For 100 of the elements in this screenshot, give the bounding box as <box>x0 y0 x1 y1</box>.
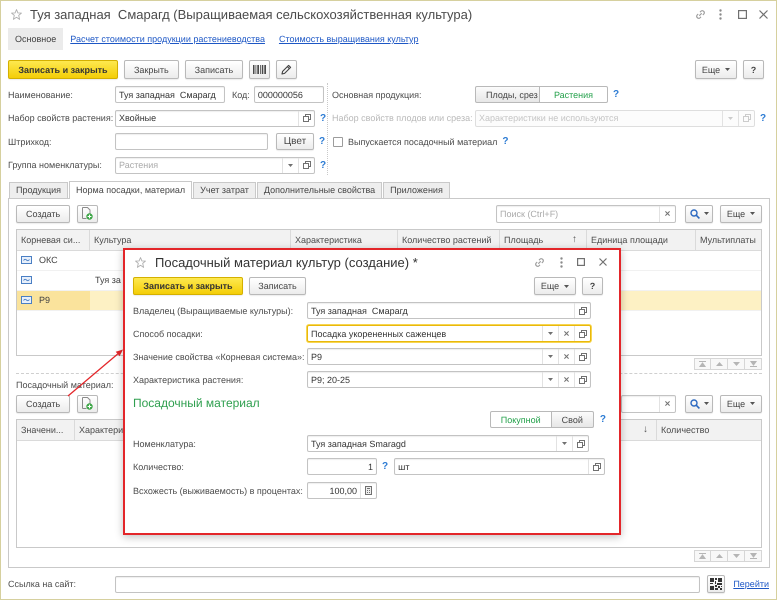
column-header[interactable]: Количество растений <box>402 234 492 244</box>
cross-icon[interactable] <box>665 211 670 216</box>
tab[interactable]: Учет затрат <box>193 182 256 198</box>
qr-button[interactable] <box>707 575 726 593</box>
search-field[interactable] <box>621 394 676 412</box>
caret-icon[interactable] <box>288 164 293 166</box>
column-header[interactable]: Количество <box>661 424 710 434</box>
input-field[interactable] <box>115 133 268 150</box>
squares-icon[interactable] <box>578 330 586 338</box>
star-icon[interactable] <box>135 256 146 268</box>
column-header[interactable]: Культура <box>94 234 132 244</box>
maximize-icon[interactable] <box>738 10 747 19</box>
sort-arrow[interactable]: ↑ <box>572 234 577 245</box>
more-button[interactable]: Еще <box>534 277 576 295</box>
toggle-option[interactable]: Свой <box>552 411 594 428</box>
primary-button[interactable]: Записать и закрыть <box>8 60 118 79</box>
field-label: Способ посадки: <box>133 328 204 338</box>
help-button[interactable]: ? <box>743 60 764 79</box>
squares-icon[interactable] <box>576 440 584 448</box>
tab[interactable]: Дополнительные свойства <box>256 182 382 198</box>
maximize-icon[interactable] <box>577 258 585 266</box>
cross-icon[interactable] <box>564 331 569 336</box>
help-button[interactable]: ? <box>582 277 603 295</box>
column-header[interactable]: Характеристика <box>295 234 362 244</box>
help-link[interactable]: ? <box>613 89 620 100</box>
more-button[interactable]: Еще <box>695 60 737 79</box>
create-button[interactable]: Создать <box>16 204 70 222</box>
field-label: Набор свойств растения: <box>8 113 114 123</box>
url-field[interactable] <box>115 576 700 592</box>
tab[interactable]: Продукция <box>9 182 68 198</box>
go-link[interactable]: Перейти <box>733 579 769 589</box>
squares-icon[interactable] <box>578 376 586 384</box>
help-link[interactable]: ? <box>320 160 326 170</box>
section-link[interactable]: Расчет стоимости продукции растениеводства <box>70 34 265 44</box>
cross-icon[interactable] <box>564 354 569 359</box>
tool-button[interactable] <box>276 60 298 79</box>
calculator-icon[interactable] <box>365 486 372 495</box>
squares-icon[interactable] <box>592 462 601 470</box>
help-link[interactable]: ? <box>320 112 326 124</box>
number-field[interactable]: 100,00 <box>307 482 377 499</box>
checkbox-label[interactable]: Выпускается посадочный материал <box>348 136 498 146</box>
menu-icon[interactable] <box>719 9 722 20</box>
column-header[interactable]: Единица площади <box>591 234 668 244</box>
sort-arrow[interactable]: ↓ <box>643 424 648 435</box>
link-icon[interactable] <box>534 256 545 268</box>
select-field[interactable]: Туя западная Смарагд <box>307 302 591 319</box>
help-link[interactable]: ? <box>502 136 509 147</box>
document-button[interactable] <box>77 394 98 412</box>
cross-icon[interactable] <box>564 377 569 382</box>
star-icon[interactable] <box>11 9 22 20</box>
toolbar-button[interactable]: Записать <box>249 277 306 295</box>
help-link[interactable]: ? <box>382 461 388 472</box>
toggle-option[interactable]: Плоды, срез <box>475 86 540 103</box>
column-header[interactable]: Значени... <box>21 424 64 434</box>
close-icon[interactable] <box>599 258 607 266</box>
close-icon[interactable] <box>759 10 768 19</box>
select-field[interactable]: шт <box>394 458 606 475</box>
help-link[interactable]: ? <box>600 414 606 425</box>
caret-icon <box>750 212 756 215</box>
search-button[interactable] <box>685 204 713 222</box>
more-button[interactable]: Еще <box>720 394 762 412</box>
color-button[interactable]: Цвет <box>276 133 314 150</box>
toolbar-button[interactable]: Закрыть <box>124 60 179 79</box>
barcode-button[interactable] <box>249 60 270 79</box>
select-field[interactable]: Р9 <box>307 348 591 365</box>
more-button[interactable]: Еще <box>720 204 762 222</box>
section-tab[interactable]: Основное <box>8 28 64 50</box>
squares-icon[interactable] <box>578 352 586 360</box>
select-field[interactable]: Туя западная Smaragd <box>307 435 589 452</box>
caret-icon[interactable] <box>548 355 553 358</box>
number-field[interactable]: 1 <box>307 458 377 475</box>
primary-button[interactable]: Записать и закрыть <box>133 277 243 295</box>
search-button[interactable] <box>685 394 713 412</box>
section-link[interactable]: Стоимость выращивания культур <box>278 34 418 44</box>
cross-icon[interactable] <box>665 401 670 406</box>
caret-icon[interactable] <box>548 378 553 381</box>
tab[interactable]: Норма посадки, материал <box>69 180 192 198</box>
toolbar-button[interactable]: Записать <box>184 60 244 79</box>
text-field[interactable]: Туя западная Смарагд <box>115 86 225 103</box>
menu-icon[interactable] <box>560 256 563 268</box>
column-header[interactable]: Характери <box>79 424 124 434</box>
document-button[interactable] <box>77 204 98 222</box>
create-button[interactable]: Создать <box>16 394 70 412</box>
text-field[interactable]: 000000056 <box>254 86 324 103</box>
checkbox[interactable] <box>333 136 343 146</box>
select-field[interactable]: Р9; 20-25 <box>307 371 591 388</box>
link-icon[interactable] <box>695 9 706 20</box>
triangle-up-icon <box>716 362 722 366</box>
select-field[interactable]: Хвойные <box>115 110 315 126</box>
select-field[interactable]: Посадка укорененных саженцев <box>307 325 591 342</box>
help-link[interactable]: ? <box>319 136 326 147</box>
caret-icon[interactable] <box>548 332 553 335</box>
squares-icon[interactable] <box>302 161 310 169</box>
tab[interactable]: Приложения <box>383 182 450 198</box>
squares-icon[interactable] <box>302 114 310 122</box>
column-header[interactable]: Корневая си... <box>21 234 80 244</box>
column-header[interactable]: Мультиплаты <box>700 234 756 244</box>
squares-icon[interactable] <box>578 306 586 314</box>
column-header[interactable]: Площадь <box>504 234 544 244</box>
field-label: Номенклатура: <box>133 438 197 448</box>
